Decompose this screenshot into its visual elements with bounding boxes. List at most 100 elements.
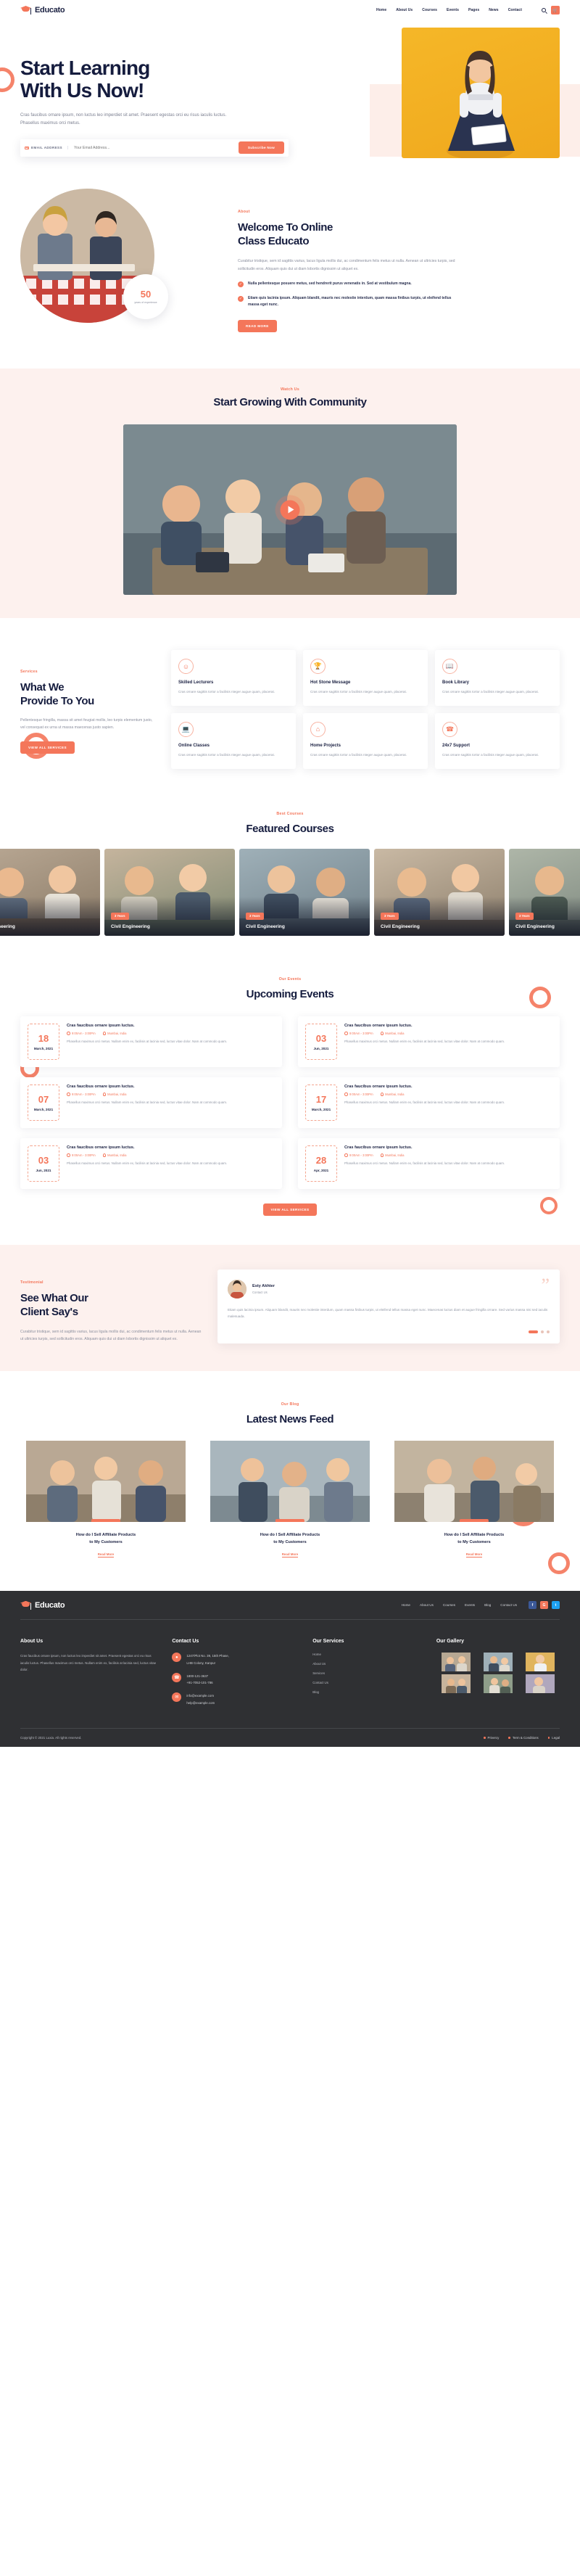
footer-service-home[interactable]: Home bbox=[312, 1653, 425, 1656]
blog-post[interactable]: 7 March, 2021 How do I Sell Affiliate Pr… bbox=[204, 1441, 376, 1559]
events-section: Our Events Upcoming Events 18 March, 202… bbox=[0, 959, 580, 1240]
event-card[interactable]: 28 Apr, 2021 Cras faucibus ornare ipsum … bbox=[298, 1138, 560, 1190]
gallery-thumb[interactable] bbox=[436, 1653, 476, 1672]
event-card[interactable]: 03 Jun, 2021 Cras faucibus ornare ipsum … bbox=[298, 1016, 560, 1068]
service-card[interactable]: ☺ Skilled Lecturers Cras ornare sagittis… bbox=[171, 650, 296, 706]
service-desc: Cras ornare sagittis tortor a facilisis … bbox=[310, 690, 407, 694]
page-root: Educato Home About Us Courses Events Pag… bbox=[0, 0, 580, 1747]
footer-nav-blog[interactable]: Blog bbox=[484, 1603, 491, 1607]
nav-item-pages[interactable]: Pages bbox=[468, 8, 479, 12]
course-card[interactable]: 3 Years Civil Engineering bbox=[509, 849, 580, 937]
about-media: 50 years of experience bbox=[20, 188, 238, 333]
event-desc: Phasellus maximus orci metus. Nullam eni… bbox=[67, 1100, 228, 1105]
service-card[interactable]: ⌂ Home Projects Cras ornare sagittis tor… bbox=[303, 712, 428, 769]
course-duration: 3 Years bbox=[515, 912, 534, 920]
email-input[interactable] bbox=[67, 145, 239, 150]
footer-nav-contact-us[interactable]: Contact Us bbox=[500, 1603, 517, 1607]
footer-nav-events[interactable]: Events bbox=[465, 1603, 475, 1607]
footer-nav-about-us[interactable]: About Us bbox=[420, 1603, 434, 1607]
search-icon[interactable] bbox=[542, 8, 546, 12]
pagination-dot[interactable] bbox=[547, 1330, 550, 1333]
event-card[interactable]: 18 March, 2021 Cras faucibus ornare ipsu… bbox=[20, 1016, 282, 1068]
legal-link-legal[interactable]: Legal bbox=[548, 1736, 560, 1740]
event-date: 28 Apr, 2021 bbox=[305, 1145, 337, 1182]
event-date: 17 March, 2021 bbox=[305, 1085, 337, 1122]
gallery-thumb[interactable] bbox=[521, 1674, 560, 1694]
footer-nav-home[interactable]: Home bbox=[402, 1603, 410, 1607]
event-place: Mumbai, India bbox=[102, 1092, 126, 1096]
footer-service-blog[interactable]: Blog bbox=[312, 1690, 425, 1694]
check-icon: ✓ bbox=[238, 281, 244, 287]
brand-logo[interactable]: Educato bbox=[20, 5, 65, 15]
footer-phone-2[interactable]: +91-7052-101-786 bbox=[186, 1681, 212, 1684]
nav-item-about-us[interactable]: About Us bbox=[396, 8, 413, 12]
event-card[interactable]: 07 March, 2021 Cras faucibus ornare ipsu… bbox=[20, 1077, 282, 1129]
footer-phone-1[interactable]: 1800-121-3637 bbox=[186, 1674, 208, 1678]
footer-nav-courses[interactable]: Courses bbox=[443, 1603, 455, 1607]
testimonial-role: Contact Us bbox=[252, 1291, 268, 1295]
subscribe-button[interactable]: Subscribe Now bbox=[238, 141, 284, 155]
quote-icon: ” bbox=[541, 1275, 550, 1296]
footer-service-contact-us[interactable]: Contact Us bbox=[312, 1681, 425, 1684]
about-title: Welcome To Online Class Educato bbox=[238, 221, 560, 249]
community-eyebrow: Watch Us bbox=[281, 387, 299, 392]
pagination-dot-active[interactable] bbox=[529, 1330, 538, 1333]
footer-email-1[interactable]: info@example.com bbox=[186, 1694, 214, 1698]
community-section: Watch Us Start Growing With Community bbox=[0, 369, 580, 619]
services-eyebrow: Services bbox=[20, 670, 38, 675]
legal-link-privacy[interactable]: Privercy bbox=[484, 1736, 500, 1740]
blog-photo bbox=[26, 1441, 186, 1523]
experience-number: 50 bbox=[140, 288, 152, 300]
community-video[interactable] bbox=[123, 424, 457, 596]
event-time: 9:00Am - 3:00Pm bbox=[67, 1153, 96, 1157]
footer-brand-logo[interactable]: Educato bbox=[20, 1600, 65, 1610]
course-card[interactable]: 3 Years Civil Engineering bbox=[239, 849, 370, 937]
nav-item-news[interactable]: News bbox=[489, 8, 498, 12]
service-card[interactable]: 🏆 Hot Stone Message Cras ornare sagittis… bbox=[303, 650, 428, 706]
event-card[interactable]: 03 Jun, 2021 Cras faucibus ornare ipsum … bbox=[20, 1138, 282, 1190]
facebook-icon[interactable]: f bbox=[529, 1601, 536, 1610]
blog-post[interactable]: 7 March, 2021 How do I Sell Affiliate Pr… bbox=[389, 1441, 560, 1559]
gallery-thumb[interactable] bbox=[478, 1674, 518, 1694]
location-pin-icon bbox=[380, 1153, 384, 1157]
service-card[interactable]: 📖 Book Library Cras ornare sagittis tort… bbox=[435, 650, 560, 706]
google-plus-icon[interactable]: G bbox=[540, 1601, 548, 1610]
play-icon[interactable] bbox=[280, 500, 300, 520]
nav-item-events[interactable]: Events bbox=[447, 8, 459, 12]
gallery-thumb[interactable] bbox=[521, 1653, 560, 1672]
blog-read-more-link[interactable]: Read More bbox=[281, 1552, 299, 1558]
course-card[interactable]: 3 Years Civil Engineering bbox=[374, 849, 505, 937]
gallery-thumb[interactable] bbox=[478, 1653, 518, 1672]
lecturer-icon: ☺ bbox=[178, 659, 194, 675]
about-read-more-button[interactable]: READ MORE bbox=[238, 320, 277, 333]
testimonial-pagination[interactable] bbox=[228, 1330, 550, 1333]
course-card[interactable]: 3 Years Civil Engineering bbox=[0, 849, 100, 937]
course-card[interactable]: 3 Years Civil Engineering bbox=[104, 849, 235, 937]
service-card[interactable]: ☎ 24x7 Support Cras ornare sagittis tort… bbox=[435, 712, 560, 769]
nav-item-courses[interactable]: Courses bbox=[422, 8, 437, 12]
view-all-events-button[interactable]: VIEW ALL SERVICES bbox=[262, 1203, 318, 1217]
courses-carousel[interactable]: 3 Years Civil Engineering 3 Years Civil … bbox=[0, 849, 580, 937]
pagination-dot[interactable] bbox=[541, 1330, 544, 1333]
nav-item-contact[interactable]: Contact bbox=[508, 8, 522, 12]
blog-post[interactable]: 7 March, 2021 How do I Sell Affiliate Pr… bbox=[20, 1441, 191, 1559]
legal-link-terms[interactable]: Term & Conditions bbox=[508, 1736, 539, 1740]
event-month: Jun, 2021 bbox=[313, 1046, 329, 1050]
twitter-icon[interactable]: t bbox=[552, 1601, 560, 1610]
hero-paragraph: Cras faucibus ornare ipsum, non luctus l… bbox=[20, 112, 227, 125]
gallery-thumb[interactable] bbox=[436, 1674, 476, 1694]
service-card[interactable]: 💻 Online Classes Cras ornare sagittis to… bbox=[171, 712, 296, 769]
event-card[interactable]: 17 March, 2021 Cras faucibus ornare ipsu… bbox=[298, 1077, 560, 1129]
footer-email-2[interactable]: help@example.com bbox=[186, 1701, 215, 1705]
footer-service-about-us[interactable]: About Us bbox=[312, 1662, 425, 1666]
view-all-services-button[interactable]: VIEW ALL SERVICES bbox=[20, 741, 75, 754]
book-icon: 📖 bbox=[442, 659, 457, 675]
nav-item-home[interactable]: Home bbox=[376, 8, 386, 12]
blog-read-more-link[interactable]: Read More bbox=[97, 1552, 115, 1558]
envelope-icon bbox=[25, 146, 29, 150]
event-day: 28 bbox=[315, 1154, 327, 1166]
cart-icon[interactable]: 🛒 bbox=[551, 6, 560, 15]
footer-service-services[interactable]: Services bbox=[312, 1671, 425, 1675]
site-footer: Educato Home About Us Courses Events Blo… bbox=[0, 1591, 580, 1747]
blog-read-more-link[interactable]: Read More bbox=[465, 1552, 483, 1558]
